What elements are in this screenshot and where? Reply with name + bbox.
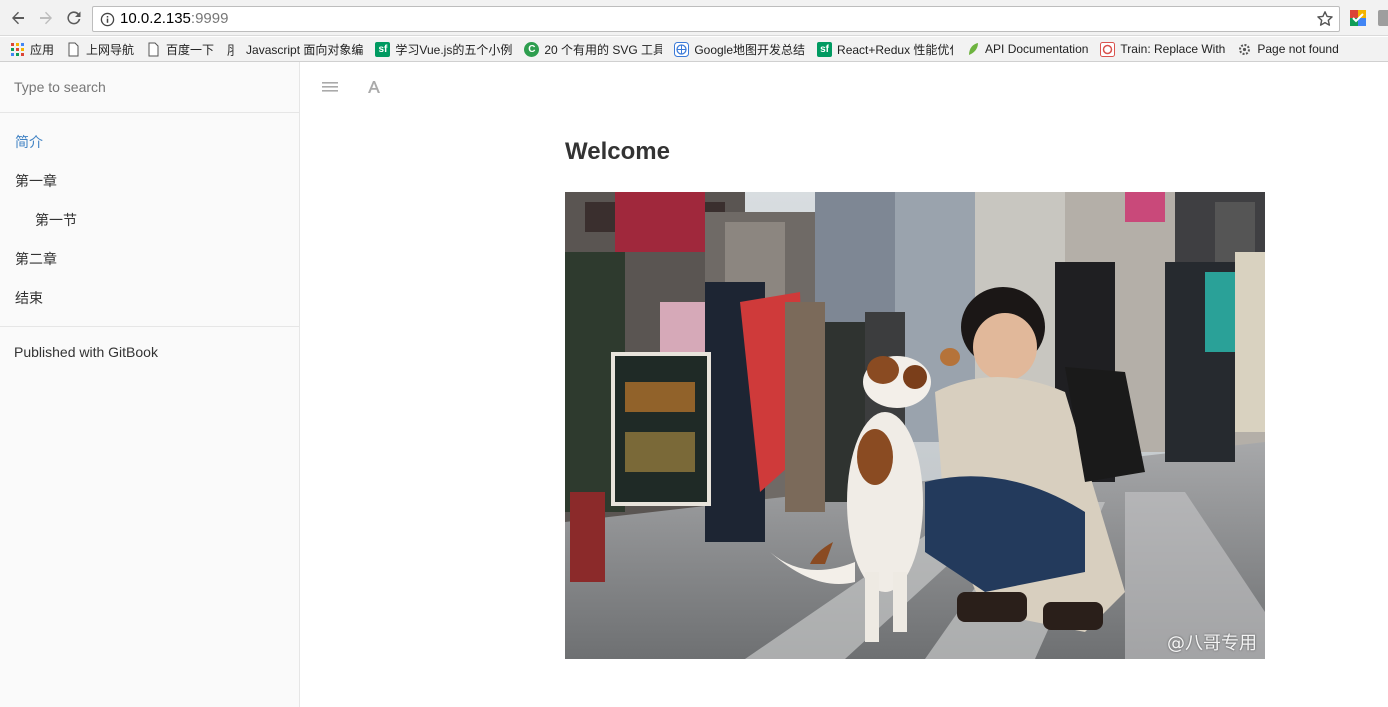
reload-icon (67, 11, 81, 25)
summary-item-section-1[interactable]: 第一节 (0, 201, 299, 240)
reload-button[interactable] (64, 8, 84, 28)
page-icon (148, 42, 159, 56)
image-watermark: @八哥专用 (1167, 633, 1257, 654)
bookmark-train[interactable]: Train: Replace With (1094, 38, 1231, 60)
url-text[interactable]: 10.0.2.135:9999 (120, 10, 228, 27)
bookmark-label: 20 个有用的 SVG 工具 (544, 42, 663, 57)
bookmark-label: Google地图开发总结 (694, 42, 806, 57)
bookmark-javascript[interactable]: ⺼ Javascript 面向对象编 (220, 38, 369, 60)
bookmark-label: Train: Replace With (1120, 42, 1226, 56)
font-settings-icon (368, 81, 380, 93)
bookmark-label: React+Redux 性能优化 (837, 42, 954, 57)
bookmark-svg[interactable]: C 20 个有用的 SVG 工具 (518, 38, 668, 60)
published-with-gitbook-link[interactable]: Published with GitBook (0, 327, 299, 377)
bookmark-vue[interactable]: sf 学习Vue.js的五个小例 (369, 38, 518, 60)
leaf-icon (969, 42, 979, 55)
extension-icon-2[interactable] (1378, 10, 1388, 26)
sf-icon: sf (375, 41, 391, 57)
extension-icon[interactable] (1350, 10, 1366, 26)
search-input[interactable] (0, 62, 299, 112)
street-dog-photo (565, 192, 1265, 659)
bookmark-label: 学习Vue.js的五个小例 (395, 42, 513, 57)
welcome-photo: @八哥专用 (565, 192, 1265, 659)
summary-item-chapter-1[interactable]: 第一章 (0, 162, 299, 201)
bookmark-api-docs[interactable]: API Documentation (959, 38, 1094, 60)
back-button[interactable] (8, 8, 28, 28)
bookmark-nav[interactable]: 上网导航 (60, 38, 140, 60)
globe-icon (674, 41, 690, 57)
hamburger-icon (322, 82, 338, 92)
bookmark-star-icon[interactable] (1316, 10, 1334, 28)
browser-toolbar: 10.0.2.135:9999 (0, 0, 1388, 36)
url-port: :9999 (190, 10, 229, 27)
summary-item-end[interactable]: 结束 (0, 279, 299, 318)
url-host: 10.0.2.135 (120, 10, 191, 27)
page-icon (68, 42, 79, 56)
js-icon: ⺼ (227, 42, 241, 58)
summary-item-chapter-2[interactable]: 第二章 (0, 240, 299, 279)
bookmarks-bar: 应用 上网导航 百度一下 ⺼ Javascript 面向对象编 sf 学习Vue… (0, 37, 1388, 62)
search-box (0, 62, 299, 113)
bookmark-page-not-found[interactable]: Page not found (1231, 38, 1344, 60)
bookmark-label: 百度一下 (166, 42, 215, 57)
summary-list: 简介 第一章 第一节 第二章 结束 (0, 113, 299, 318)
bookmark-react-redux[interactable]: sf React+Redux 性能优化 (811, 38, 959, 60)
summary-item-intro[interactable]: 简介 (0, 123, 299, 162)
apps-grid-icon (11, 42, 24, 56)
gear-icon (1239, 43, 1251, 55)
bookmark-label: Page not found (1257, 42, 1339, 56)
address-bar[interactable]: 10.0.2.135:9999 (92, 6, 1340, 32)
font-settings-button[interactable] (365, 78, 383, 96)
book-summary-sidebar: 简介 第一章 第一节 第二章 结束 Published with GitBook (0, 62, 300, 707)
arrow-left-icon (12, 11, 24, 25)
bookmark-baidu[interactable]: 百度一下 (140, 38, 220, 60)
bookmark-label: API Documentation (985, 42, 1089, 56)
forward-button[interactable] (36, 8, 56, 28)
bookmark-label: 应用 (30, 42, 55, 57)
bookmark-label: 上网导航 (86, 42, 135, 57)
toggle-sidebar-button[interactable] (321, 78, 339, 96)
arrow-right-icon (40, 11, 52, 25)
bookmark-apps[interactable]: 应用 (0, 38, 60, 60)
info-icon[interactable] (100, 12, 115, 27)
bookmark-label: Javascript 面向对象编 (246, 42, 364, 57)
c-icon: C (524, 41, 540, 57)
sf-icon: sf (817, 41, 833, 57)
spiral-icon (1100, 41, 1116, 57)
page-title: Welcome (565, 138, 670, 165)
bookmark-google-map[interactable]: Google地图开发总结 (668, 38, 811, 60)
